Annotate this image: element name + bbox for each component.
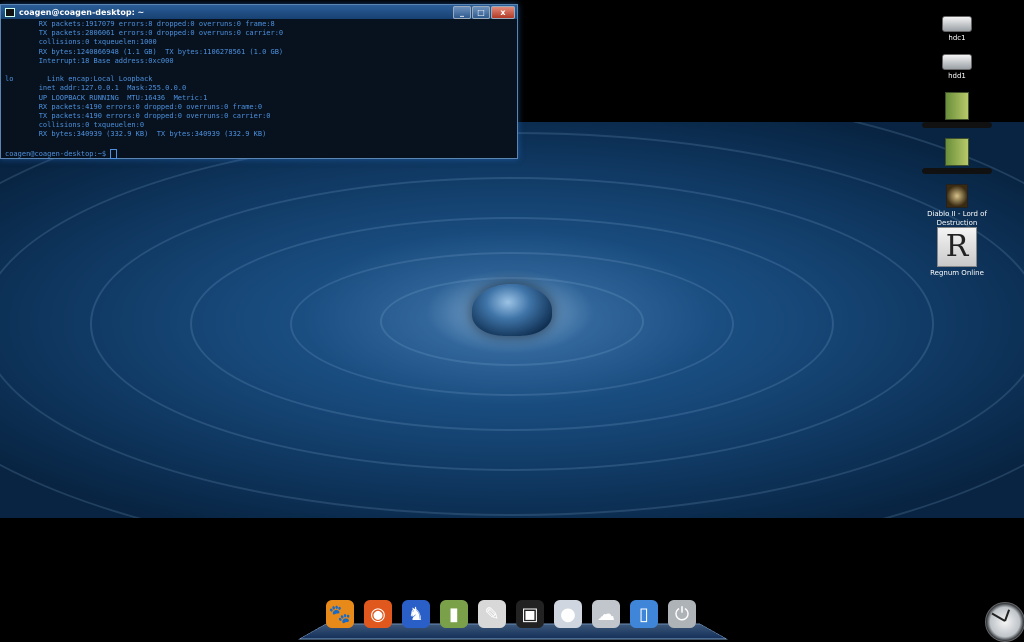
folder-icon: [945, 138, 969, 166]
diablo-icon: [946, 184, 968, 208]
pidgin-icon[interactable]: ●: [554, 600, 582, 628]
desktop-icon-label: hdc1: [948, 34, 966, 42]
trash-icon[interactable]: ▯: [630, 600, 658, 628]
redacted-label: [922, 168, 992, 174]
terminal-line: lo Link encap:Local Loopback: [5, 75, 153, 84]
close-button[interactable]: x: [491, 6, 515, 19]
terminal-titlebar[interactable]: coagen@coagen-desktop: ~ _ □ x: [1, 5, 517, 19]
file-manager-icon[interactable]: ▮: [440, 600, 468, 628]
text-editor-icon[interactable]: ✎: [478, 600, 506, 628]
desktop-icon-hdd1[interactable]: hdd1: [917, 54, 997, 81]
desktop-icon-hdc1[interactable]: hdc1: [917, 16, 997, 43]
terminal-cursor: [110, 148, 118, 159]
kde-games-icon[interactable]: ♞: [402, 600, 430, 628]
firefox-icon[interactable]: ◉: [364, 600, 392, 628]
drive-icon: [942, 16, 972, 32]
desktop-icon-folder-1[interactable]: [917, 92, 997, 131]
terminal-prompt[interactable]: coagen@coagen-desktop:~$: [5, 148, 513, 159]
terminal-line: collisions:0 txqueuelen:1000: [5, 38, 157, 47]
maximize-button[interactable]: □: [472, 6, 490, 19]
terminal-icon[interactable]: ▣: [516, 600, 544, 628]
terminal-line: inet addr:127.0.0.1 Mask:255.0.0.0: [5, 84, 187, 93]
desktop-icon-folder-2[interactable]: [917, 138, 997, 177]
desktop-wallpaper: [0, 122, 1024, 518]
drive-icon: [942, 54, 972, 70]
terminal-line: collisions:0 txqueuelen:0: [5, 121, 145, 130]
desktop-icon-diablo[interactable]: Diablo II - Lord of Destruction: [917, 184, 997, 228]
water-droplet: [472, 284, 552, 336]
terminal-app-icon: [5, 7, 15, 17]
terminal-line: RX packets:1917079 errors:8 dropped:0 ov…: [5, 20, 275, 28]
weather-icon[interactable]: ☁: [592, 600, 620, 628]
regnum-icon: R: [937, 227, 977, 267]
terminal-line: UP LOOPBACK RUNNING MTU:16436 Metric:1: [5, 93, 208, 102]
terminal-line: RX bytes:340939 (332.9 KB) TX bytes:3409…: [5, 130, 267, 139]
desktop-icon-label: hdd1: [948, 72, 966, 80]
terminal-line: TX packets:2806061 errors:0 dropped:0 ov…: [5, 29, 284, 38]
power-icon[interactable]: ⏻: [668, 600, 696, 628]
terminal-window[interactable]: coagen@coagen-desktop: ~ _ □ x RX packet…: [0, 4, 518, 159]
minimize-button[interactable]: _: [453, 6, 471, 19]
folder-icon: [945, 92, 969, 120]
terminal-line: RX bytes:1240866948 (1.1 GB) TX bytes:11…: [5, 47, 284, 56]
clock-widget[interactable]: [985, 602, 1024, 642]
redacted-label: [922, 122, 992, 128]
terminal-line: Interrupt:18 Base address:0xc000: [5, 56, 174, 65]
terminal-line: TX packets:4190 errors:0 dropped:0 overr…: [5, 112, 271, 121]
gimp-icon[interactable]: 🐾: [326, 600, 354, 628]
desktop-icon-regnum[interactable]: R Regnum Online: [917, 227, 997, 278]
dock: 🐾 ◉ ♞ ▮ ✎ ▣ ● ☁ ▯ ⏻: [326, 600, 696, 628]
clock-minute-hand: [991, 612, 1006, 622]
terminal-title: coagen@coagen-desktop: ~: [19, 7, 145, 17]
desktop-icon-label: Regnum Online: [930, 269, 984, 277]
terminal-line: RX packets:4190 errors:0 dropped:0 overr…: [5, 102, 263, 111]
desktop-icon-label: Diablo II - Lord of Destruction: [927, 210, 987, 227]
terminal-output[interactable]: RX packets:1917079 errors:8 dropped:0 ov…: [1, 19, 517, 160]
